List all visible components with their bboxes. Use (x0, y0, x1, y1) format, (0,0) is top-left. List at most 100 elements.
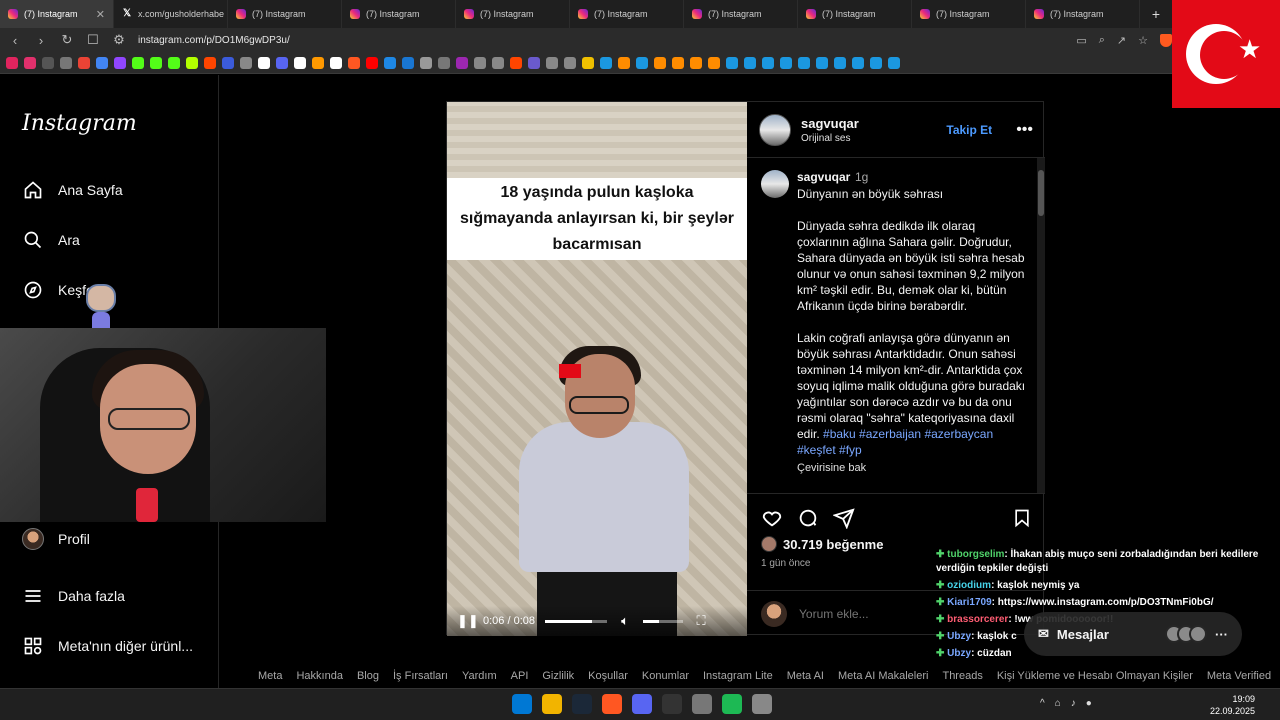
footer-link[interactable]: Meta AI (787, 670, 824, 682)
bookmark-favicon-icon[interactable] (240, 56, 252, 69)
bookmark-favicon-icon[interactable] (222, 56, 234, 69)
network-icon[interactable]: ⌂ (1055, 698, 1061, 709)
forward-icon[interactable]: › (34, 33, 48, 48)
bookmark-favicon-icon[interactable] (546, 56, 558, 69)
follow-button[interactable]: Takip Et (946, 123, 992, 137)
bookmark-favicon-icon[interactable] (186, 56, 198, 69)
taskbar-app-icon[interactable] (602, 694, 622, 714)
bookmark-favicon-icon[interactable] (726, 56, 738, 69)
bookmark-favicon-icon[interactable] (96, 56, 108, 69)
footer-link[interactable]: Instagram Lite (703, 670, 773, 682)
footer-link[interactable]: Hakkında (296, 670, 342, 682)
like-icon[interactable] (761, 507, 783, 529)
bookmark-favicon-icon[interactable] (600, 56, 612, 69)
back-icon[interactable]: ‹ (8, 33, 22, 48)
bookmark-favicon-icon[interactable] (870, 56, 882, 69)
footer-link[interactable]: Meta (258, 670, 282, 682)
scrollbar[interactable] (1037, 158, 1045, 493)
bookmark-favicon-icon[interactable] (780, 56, 792, 69)
bookmark-favicon-icon[interactable] (78, 56, 90, 69)
bookmark-favicon-icon[interactable] (888, 56, 900, 69)
avatar[interactable] (759, 113, 791, 146)
bookmark-favicon-icon[interactable] (330, 56, 342, 69)
footer-link[interactable]: Konumlar (642, 670, 689, 682)
volume-icon[interactable]: ♪ (1071, 698, 1076, 709)
footer-link[interactable]: Koşullar (588, 670, 628, 682)
bookmark-favicon-icon[interactable] (834, 56, 846, 69)
bookmark-favicon-icon[interactable] (312, 56, 324, 69)
avatar[interactable] (761, 170, 789, 198)
more-options-icon[interactable]: ··· (1215, 627, 1228, 642)
footer-link[interactable]: API (511, 670, 529, 682)
bookmark-favicon-icon[interactable] (348, 56, 360, 69)
mic-icon[interactable]: ● (1086, 698, 1092, 709)
likes-count[interactable]: 30.719 beğenme (783, 537, 883, 552)
share-icon[interactable] (833, 507, 855, 529)
comment-icon[interactable] (797, 507, 819, 529)
star-icon[interactable]: ☆ (1138, 34, 1148, 47)
bookmark-favicon-icon[interactable] (60, 56, 72, 69)
taskbar-app-icon[interactable] (512, 694, 532, 714)
bookmark-favicon-icon[interactable] (474, 56, 486, 69)
reel-video[interactable]: 18 yaşında pulun kaşloka sığmayanda anla… (447, 102, 747, 636)
taskbar-clock[interactable]: 19:09 22.09.2025 (1210, 693, 1255, 717)
browser-tab[interactable]: (7) Instagram (228, 0, 342, 28)
footer-link[interactable]: Yardım (462, 670, 497, 682)
share-icon[interactable]: ↗ (1117, 34, 1126, 47)
volume-icon[interactable]: 🔈︎ (617, 613, 633, 629)
sidebar-item-meta-products[interactable]: Meta'nın diğer ürünl... (22, 635, 193, 657)
taskbar-app-icon[interactable] (542, 694, 562, 714)
instagram-logo[interactable]: Instagram (22, 111, 137, 136)
bookmark-favicon-icon[interactable] (420, 56, 432, 69)
bookmark-favicon-icon[interactable] (294, 56, 306, 69)
bookmark-favicon-icon[interactable] (150, 56, 162, 69)
bookmark-favicon-icon[interactable] (384, 56, 396, 69)
bookmark-favicon-icon[interactable] (276, 56, 288, 69)
bookmark-icon[interactable]: ☐ (86, 32, 100, 48)
more-options-icon[interactable]: ••• (1016, 121, 1033, 139)
bookmark-favicon-icon[interactable] (366, 56, 378, 69)
browser-tab[interactable]: (7) Instagram (1026, 0, 1140, 28)
fullscreen-icon[interactable]: ⛶ (693, 613, 709, 629)
audio-label[interactable]: Orijinal ses (801, 133, 859, 144)
bookmark-favicon-icon[interactable] (528, 56, 540, 69)
bookmark-favicon-icon[interactable] (510, 56, 522, 69)
sidebar-item-more[interactable]: Daha fazla (22, 585, 125, 607)
sidebar-item-search[interactable]: Ara (22, 229, 80, 251)
brave-shield-icon[interactable] (1160, 33, 1172, 47)
sidebar-item-profile[interactable]: Profil (22, 528, 90, 550)
bookmark-favicon-icon[interactable] (6, 56, 18, 69)
browser-tab[interactable]: (7) Instagram (342, 0, 456, 28)
browser-tab[interactable]: (7) Instagram (684, 0, 798, 28)
footer-link[interactable]: Blog (357, 670, 379, 682)
taskbar-app-icon[interactable] (662, 694, 682, 714)
bookmark-favicon-icon[interactable] (816, 56, 828, 69)
hashtags[interactable]: #baku #azerbaijan #azerbaycan #keşfet #f… (797, 427, 993, 457)
site-info-icon[interactable]: ⚙ (112, 32, 126, 48)
browser-tab[interactable]: (7) Instagram (798, 0, 912, 28)
bookmark-favicon-icon[interactable] (132, 56, 144, 69)
bookmark-favicon-icon[interactable] (654, 56, 666, 69)
bookmark-favicon-icon[interactable] (204, 56, 216, 69)
zoom-icon[interactable]: ⌕ (1099, 34, 1105, 47)
bookmark-favicon-icon[interactable] (168, 56, 180, 69)
taskbar-app-icon[interactable] (692, 694, 712, 714)
bookmark-favicon-icon[interactable] (582, 56, 594, 69)
taskbar-app-icon[interactable] (632, 694, 652, 714)
sidebar-item-home[interactable]: Ana Sayfa (22, 179, 123, 201)
browser-tab[interactable]: (7) Instagram (456, 0, 570, 28)
url-field[interactable]: instagram.com/p/DO1M6gwDP3u/ (138, 35, 290, 46)
pause-icon[interactable]: ❚❚ (457, 613, 479, 629)
taskbar-app-icon[interactable] (722, 694, 742, 714)
comment-input[interactable] (799, 606, 949, 621)
taskbar-app-icon[interactable] (572, 694, 592, 714)
bookmark-favicon-icon[interactable] (258, 56, 270, 69)
bookmark-favicon-icon[interactable] (690, 56, 702, 69)
browser-tab[interactable]: (7) Instagram ✕ (0, 0, 114, 28)
video-progress-bar[interactable] (545, 619, 607, 623)
bookmark-favicon-icon[interactable] (24, 56, 36, 69)
browser-tab[interactable]: 𝕏x.com/gusholderhabe (114, 0, 228, 28)
footer-link[interactable]: Meta AI Makaleleri (838, 670, 928, 682)
bookmark-favicon-icon[interactable] (42, 56, 54, 69)
browser-tab[interactable]: (7) Instagram (912, 0, 1026, 28)
